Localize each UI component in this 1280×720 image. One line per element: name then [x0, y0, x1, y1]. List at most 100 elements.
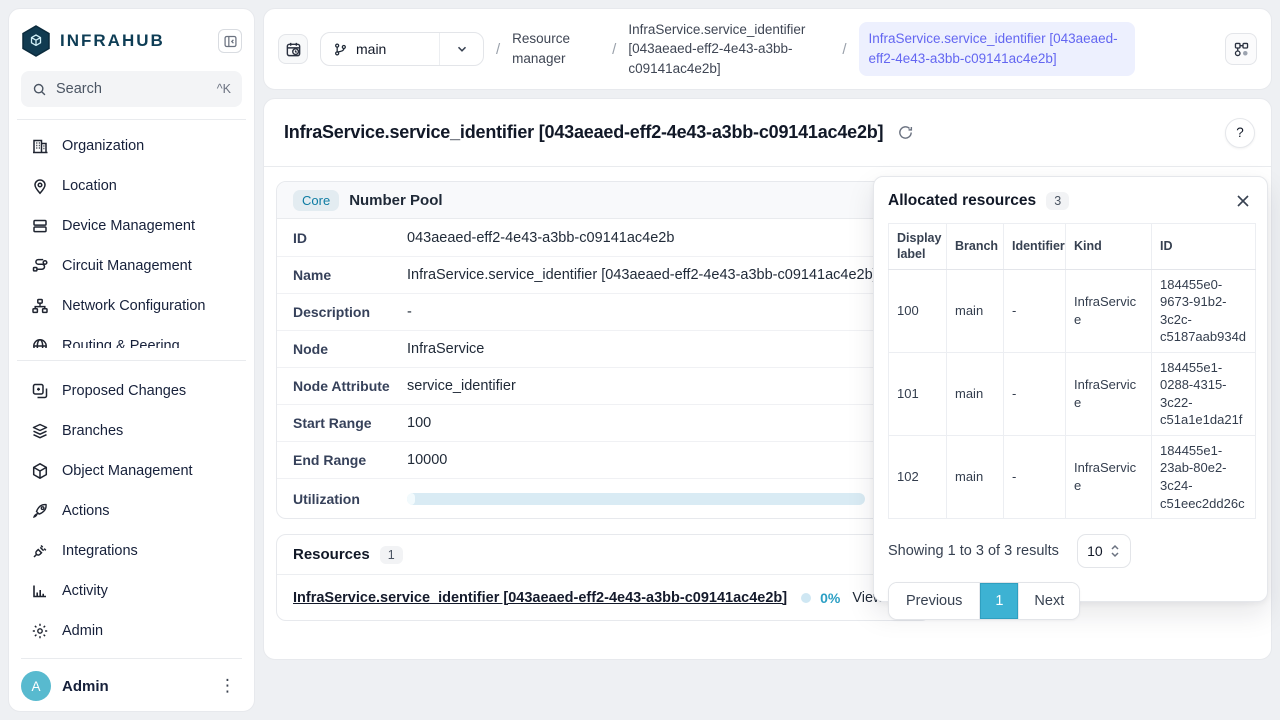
sidebar-item-activity[interactable]: Activity: [21, 571, 242, 611]
field-row-utilization: Utilization: [277, 478, 930, 518]
rocket-icon: [31, 502, 49, 520]
sidebar-item-proposed-changes[interactable]: Proposed Changes: [21, 371, 242, 411]
table-row[interactable]: 102 main - InfraService 184455e1-23ab-80…: [889, 435, 1256, 518]
page-size-select[interactable]: 10: [1077, 534, 1131, 568]
column-kind: Kind: [1066, 224, 1152, 270]
cell-display: 101: [889, 352, 947, 435]
resources-header: Resources 1: [277, 535, 930, 575]
branch-selector[interactable]: main: [320, 32, 484, 66]
field-label: Start Range: [293, 415, 407, 431]
sidebar-item-network-configuration[interactable]: Network Configuration: [21, 286, 242, 326]
breadcrumb-pool[interactable]: InfraService.service_identifier [043aeae…: [628, 20, 830, 79]
field-label: Name: [293, 267, 407, 283]
gear-icon: [31, 622, 49, 640]
field-row-id: ID 043aeaed-eff2-4e43-a3bb-c09141ac4e2b: [277, 219, 930, 256]
sidebar-item-label: Object Management: [62, 463, 193, 479]
layers-icon: [31, 422, 49, 440]
breadcrumb-separator: /: [842, 41, 846, 58]
field-row-name: Name InfraService.service_identifier [04…: [277, 256, 930, 293]
allocated-resources-title: Allocated resources: [888, 192, 1036, 210]
previous-page-button[interactable]: Previous: [889, 583, 980, 619]
cell-branch: main: [947, 435, 1004, 518]
user-name: Admin: [62, 678, 202, 695]
field-label: ID: [293, 230, 407, 246]
sidebar-collapse-button[interactable]: [218, 29, 242, 53]
page-size-value: 10: [1087, 543, 1103, 559]
logo-row: INFRAHUB: [21, 21, 242, 61]
number-pool-header: Core Number Pool: [277, 182, 930, 219]
sidebar-item-label: Routing & Peering: [62, 338, 180, 348]
field-value: InfraService.service_identifier [043aeae…: [407, 267, 914, 283]
user-menu-button[interactable]: ⋮: [213, 674, 242, 698]
branch-name: main: [356, 41, 386, 57]
search-placeholder: Search: [56, 81, 208, 97]
table-row[interactable]: 100 main - InfraService 184455e0-9673-91…: [889, 269, 1256, 352]
sidebar-item-label: Actions: [62, 503, 110, 519]
table-row[interactable]: 101 main - InfraService 184455e1-0288-43…: [889, 352, 1256, 435]
allocated-resources-panel: Allocated resources 3 Display label Bran…: [873, 176, 1268, 602]
page-1-button[interactable]: 1: [980, 583, 1018, 619]
sidebar-item-label: Activity: [62, 583, 108, 599]
field-label: Node Attribute: [293, 378, 407, 394]
pagination: Previous 1 Next: [888, 582, 1080, 620]
cell-id: 184455e1-0288-4315-3c22-c51a1e1da21f: [1152, 352, 1256, 435]
resources-count-badge: 1: [380, 546, 403, 564]
cell-display: 100: [889, 269, 947, 352]
column-display-label: Display label: [889, 224, 947, 270]
resource-row: InfraService.service_identifier [043aeae…: [277, 575, 930, 620]
search-icon: [32, 82, 47, 97]
page-title-row: InfraService.service_identifier [043aeae…: [264, 99, 1271, 167]
resources-title: Resources: [293, 546, 370, 563]
sidebar-item-routing-peering[interactable]: Routing & Peering: [21, 326, 242, 348]
time-travel-button[interactable]: [278, 34, 308, 64]
user-row: A Admin ⋮: [21, 658, 242, 701]
help-button[interactable]: ?: [1225, 118, 1255, 148]
resource-link[interactable]: InfraService.service_identifier [043aeae…: [293, 590, 787, 606]
sidebar-item-device-management[interactable]: Device Management: [21, 206, 242, 246]
number-pool-title: Number Pool: [349, 192, 442, 209]
sidebar-item-object-management[interactable]: Object Management: [21, 451, 242, 491]
sidebar-item-label: Proposed Changes: [62, 383, 186, 399]
field-row-node-attribute: Node Attribute service_identifier: [277, 367, 930, 404]
resource-percent: 0%: [820, 590, 840, 606]
sidebar-item-admin[interactable]: Admin: [21, 611, 242, 651]
sidebar-item-label: Location: [62, 178, 117, 194]
schema-visualizer-button[interactable]: [1225, 33, 1257, 65]
cell-identifier: -: [1004, 435, 1066, 518]
field-row-start-range: Start Range 100: [277, 404, 930, 441]
sidebar-item-branches[interactable]: Branches: [21, 411, 242, 451]
allocated-resources-header: Allocated resources 3: [888, 191, 1253, 211]
field-label: End Range: [293, 452, 407, 468]
next-page-button[interactable]: Next: [1018, 583, 1079, 619]
sidebar-item-actions[interactable]: Actions: [21, 491, 242, 531]
brand-name: INFRAHUB: [60, 31, 209, 51]
close-icon[interactable]: [1233, 191, 1253, 211]
breadcrumb-separator: /: [496, 41, 500, 58]
column-id: ID: [1152, 224, 1256, 270]
field-value: 043aeaed-eff2-4e43-a3bb-c09141ac4e2b: [407, 230, 914, 246]
field-row-description: Description -: [277, 293, 930, 330]
sidebar-item-integrations[interactable]: Integrations: [21, 531, 242, 571]
refresh-icon[interactable]: [897, 124, 914, 141]
avatar[interactable]: A: [21, 671, 51, 701]
field-label: Node: [293, 341, 407, 357]
sidebar: INFRAHUB Search ^K Organization: [8, 8, 255, 712]
branch-selector-value: main: [321, 41, 439, 57]
breadcrumb-resource-manager[interactable]: Resource manager: [512, 29, 600, 68]
cell-kind: InfraService: [1066, 269, 1152, 352]
sidebar-item-label: Branches: [62, 423, 123, 439]
sidebar-item-circuit-management[interactable]: Circuit Management: [21, 246, 242, 286]
sidebar-item-label: Admin: [62, 623, 103, 639]
sidebar-item-organization[interactable]: Organization: [21, 126, 242, 166]
chevron-up-down-icon: [1109, 544, 1121, 558]
breadcrumb-current[interactable]: InfraService.service_identifier [043aeae…: [859, 22, 1135, 75]
map-pin-icon: [31, 177, 49, 195]
cell-branch: main: [947, 269, 1004, 352]
search-input[interactable]: Search ^K: [21, 71, 242, 107]
sidebar-item-label: Network Configuration: [62, 298, 205, 314]
column-identifier: Identifier: [1004, 224, 1066, 270]
sidebar-item-location[interactable]: Location: [21, 166, 242, 206]
cell-id: 184455e0-9673-91b2-3c2c-c5187aab934d: [1152, 269, 1256, 352]
field-row-node: Node InfraService: [277, 330, 930, 367]
field-value: 100: [407, 415, 914, 431]
